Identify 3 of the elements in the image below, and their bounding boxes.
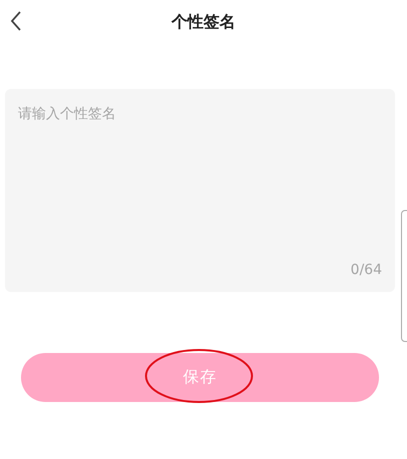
character-counter: 0/64 — [350, 262, 382, 278]
page-title: 个性签名 — [172, 12, 236, 32]
save-button[interactable]: 保存 — [21, 353, 379, 402]
